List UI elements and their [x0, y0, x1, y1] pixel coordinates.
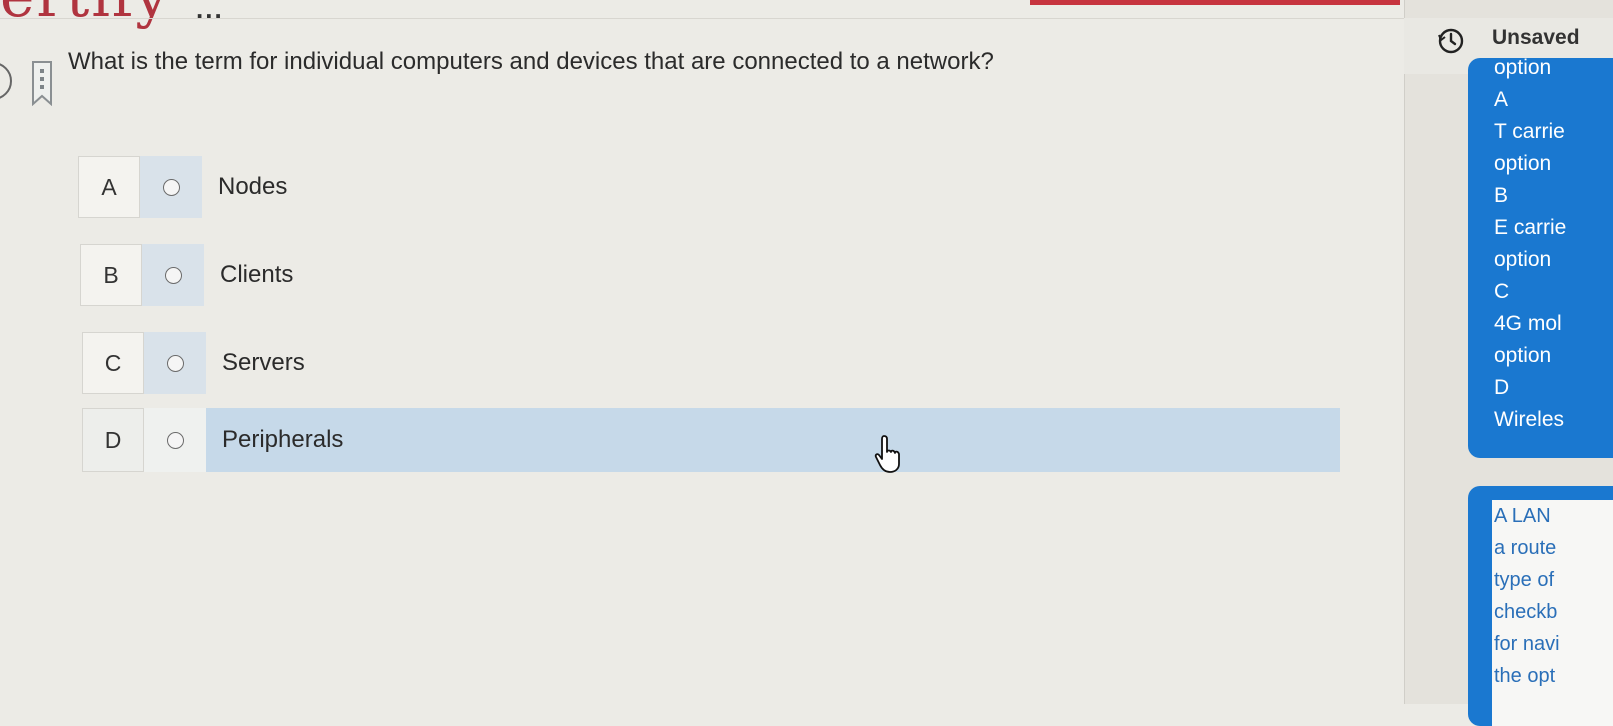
radio-button[interactable]: [162, 178, 180, 196]
description-text-area: A LAN a route type of checkb for navi th…: [1492, 500, 1613, 726]
annotation-line: option: [1494, 344, 1552, 367]
option-radio-cell[interactable]: [142, 244, 204, 306]
history-clock-icon: [1438, 28, 1464, 54]
description-line: the opt: [1494, 665, 1556, 687]
description-card: A LAN a route type of checkb for navi th…: [1468, 486, 1613, 726]
description-line: for navi: [1494, 633, 1560, 655]
description-line: a route: [1494, 537, 1557, 559]
radio-button[interactable]: [164, 266, 182, 284]
header-accent-bar: [1030, 0, 1400, 5]
more-menu-button[interactable]: ...: [196, 0, 224, 25]
option-letter: B: [80, 244, 142, 306]
annotation-line: Wireles: [1494, 408, 1565, 431]
annotation-line: C: [1494, 280, 1510, 303]
annotation-line: 4G mol: [1494, 312, 1562, 335]
answer-option-a[interactable]: A Nodes: [78, 156, 308, 218]
annotation-line: A: [1494, 88, 1509, 111]
answer-option-c[interactable]: C Servers: [82, 332, 332, 394]
option-letter: A: [78, 156, 140, 218]
annotation-line: T carrie: [1494, 120, 1565, 143]
radio-button[interactable]: [166, 431, 184, 449]
option-label: Clients: [220, 261, 294, 288]
option-letter: C: [82, 332, 144, 394]
description-line: A LAN: [1494, 505, 1551, 527]
description-line: checkb: [1494, 601, 1558, 623]
option-label: Peripherals: [222, 426, 344, 453]
annotation-line: option: [1494, 248, 1552, 271]
description-line: type of: [1494, 569, 1555, 591]
annotation-line: E carrie: [1494, 216, 1567, 239]
brand-logo-fragment: ertify: [0, 0, 170, 30]
hand-cursor-icon: [874, 435, 900, 473]
save-status-text: Unsaved: [1492, 26, 1580, 49]
annotation-line: option: [1494, 58, 1552, 79]
option-label: Nodes: [218, 173, 288, 200]
header-divider: [0, 18, 1405, 19]
answer-annotation-card: option A T carrie option B E carrie opti…: [1468, 58, 1613, 458]
option-radio-cell[interactable]: [144, 332, 206, 394]
option-radio-cell[interactable]: [144, 408, 206, 472]
option-label: Servers: [222, 349, 305, 376]
answer-option-b[interactable]: B Clients: [80, 244, 320, 306]
option-radio-cell[interactable]: [140, 156, 202, 218]
annotation-line: B: [1494, 184, 1509, 207]
prev-question-button[interactable]: [0, 62, 12, 100]
option-letter: D: [82, 408, 144, 472]
bookmark-icon[interactable]: [31, 60, 53, 106]
question-text: What is the term for individual computer…: [68, 48, 994, 75]
answer-option-d[interactable]: D Peripherals: [82, 408, 1340, 472]
radio-button[interactable]: [166, 354, 184, 372]
annotation-line: option: [1494, 152, 1552, 175]
annotation-line: D: [1494, 376, 1510, 399]
